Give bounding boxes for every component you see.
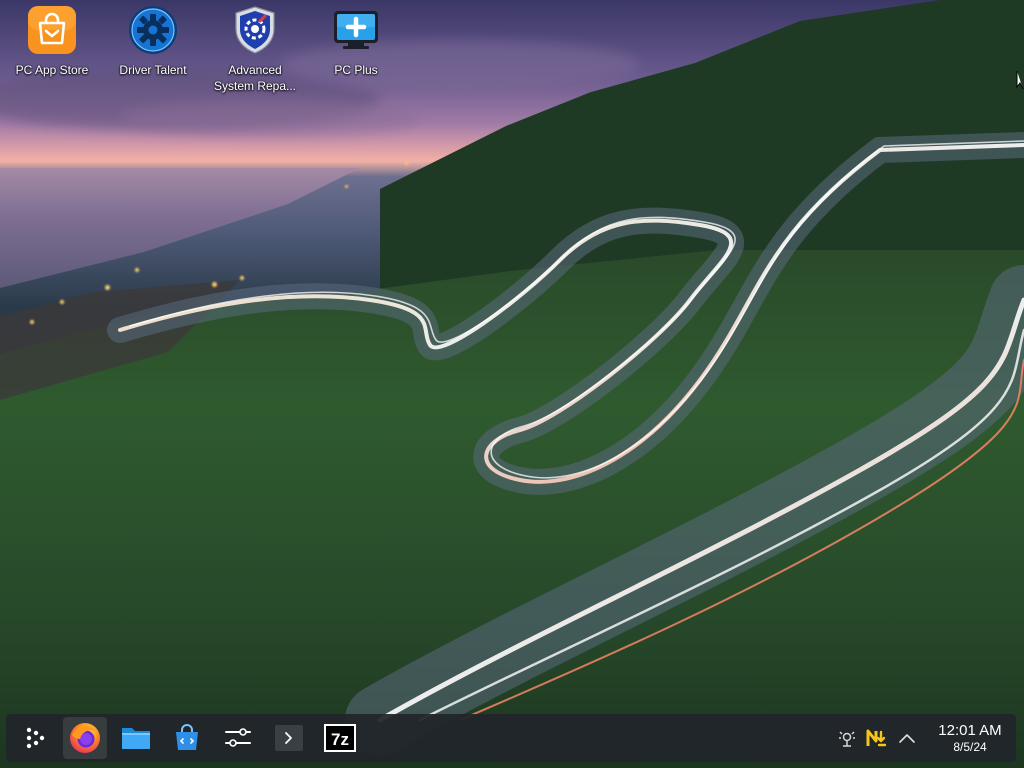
firefox-button[interactable] xyxy=(63,717,107,759)
sliders-icon xyxy=(225,728,251,747)
taskbar: 7z 12:01 AM 8/5/24 xyxy=(6,714,1016,762)
firefox-icon xyxy=(70,723,100,753)
app-launcher-icon xyxy=(26,727,45,749)
network-icon xyxy=(839,731,855,747)
network-tray-button[interactable] xyxy=(834,723,860,753)
software-store-button[interactable] xyxy=(165,717,209,759)
svg-text:7z: 7z xyxy=(331,730,349,749)
desktop-icon-label: PC Plus xyxy=(334,63,378,77)
gear-icon xyxy=(127,4,179,56)
desktop-icon-pc-app-store[interactable]: PC App Store xyxy=(2,4,102,100)
monitor-plus-icon xyxy=(330,4,382,56)
file-manager-button[interactable] xyxy=(114,717,158,759)
7zip-icon: 7z xyxy=(324,724,356,752)
clock-time: 12:01 AM xyxy=(938,722,1002,739)
clock-date: 8/5/24 xyxy=(953,740,987,754)
app-launcher-button[interactable] xyxy=(12,717,56,759)
desktop-icon-driver-talent[interactable]: Driver Talent xyxy=(103,4,203,100)
terminal-icon xyxy=(275,725,303,751)
mouse-cursor-icon xyxy=(1016,71,1024,90)
7zip-button[interactable]: 7z xyxy=(318,717,362,759)
folder-icon xyxy=(122,728,150,749)
desktop-icon-label: Driver Talent xyxy=(119,63,187,77)
shield-gear-icon xyxy=(229,4,281,56)
updates-tray-button[interactable] xyxy=(864,723,890,753)
desktop-wallpaper xyxy=(0,0,1024,768)
system-tray: 12:01 AM 8/5/24 xyxy=(834,717,1010,759)
shopping-bag-icon xyxy=(26,4,78,56)
taskbar-clock[interactable]: 12:01 AM 8/5/24 xyxy=(930,722,1010,754)
terminal-button[interactable] xyxy=(267,717,311,759)
settings-button[interactable] xyxy=(216,717,260,759)
chevron-up-icon xyxy=(899,734,915,743)
desktop-icon-label: PC App Store xyxy=(15,63,89,77)
desktop-icon-pc-plus[interactable]: PC Plus xyxy=(306,4,406,100)
updates-icon xyxy=(866,729,887,747)
light-trail-road xyxy=(107,132,1024,755)
desktop-icon-label: Advanced System Repa... xyxy=(213,63,297,93)
store-bag-icon xyxy=(176,724,198,750)
desktop-icon-advanced-system-repair[interactable]: Advanced System Repa... xyxy=(205,4,305,100)
show-hidden-icons-button[interactable] xyxy=(894,723,920,753)
